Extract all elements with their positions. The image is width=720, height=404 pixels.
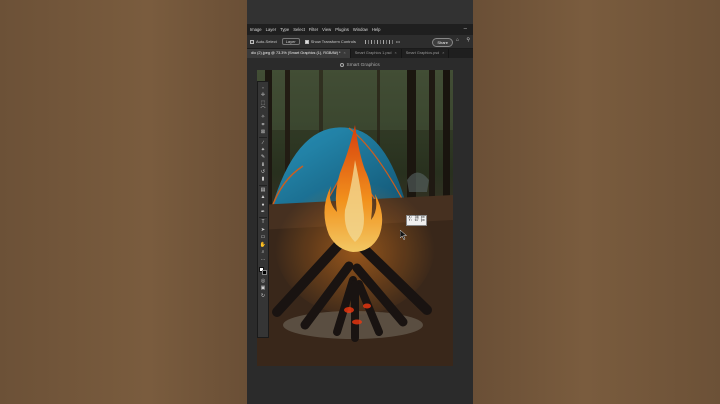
pen-tool-icon[interactable]: ✒ xyxy=(260,209,267,216)
document-tab-label: Smart Graphics 1.psd xyxy=(354,51,392,55)
transform-hud: X: 36 px Y: 67 px xyxy=(406,215,428,226)
crop-tool-icon[interactable]: ⌗ xyxy=(260,122,267,129)
document-tabs: dio (2).jpeg @ 73.3% (Smart Graphics (1)… xyxy=(247,49,473,58)
screen-mode-icon[interactable]: ▣ xyxy=(260,285,267,292)
menu-item-filter[interactable]: Filter xyxy=(309,27,318,32)
menu-item-help[interactable]: Help xyxy=(372,27,381,32)
dodge-tool-icon[interactable]: ● xyxy=(260,201,267,208)
background-right-panel xyxy=(473,0,720,404)
toolbar-divider xyxy=(259,137,267,139)
type-tool-icon[interactable]: T xyxy=(260,219,267,226)
edit-toolbar-icon[interactable]: ↻ xyxy=(260,292,267,299)
top-blank-strip xyxy=(247,0,473,24)
align-left-icon[interactable] xyxy=(364,39,369,44)
document-tab[interactable]: Smart Graphics 1.psd × xyxy=(351,49,402,58)
align-middle-icon[interactable] xyxy=(388,39,393,44)
home-icon[interactable]: ⌂ xyxy=(456,37,459,43)
healing-brush-tool-icon[interactable]: ✦ xyxy=(260,147,267,154)
show-transform-label: Show Transform Controls xyxy=(310,39,356,44)
show-transform-option[interactable]: Show Transform Controls xyxy=(304,39,356,44)
zoom-tool-icon[interactable]: ⌕ xyxy=(260,249,267,256)
close-tab-icon[interactable]: × xyxy=(394,51,396,55)
tools-panel: » ✛ ⬚ ⌒ ✧ ⌗ ⊠ ∕ ✦ ✎ ⬇ ↺ ▮ ▤ ▲ ● ✒ T ➤ ▭ ✋ ⌕… ◎ ▣ ↻ xyxy=(257,81,269,338)
menu-item-plugins[interactable]: Plugins xyxy=(335,27,349,32)
canvas-title: Smart Graphics xyxy=(247,62,473,69)
document-tab-label: dio (2).jpeg @ 73.3% (Smart Graphics (1)… xyxy=(251,51,341,55)
photoshop-window: Image Layer Type Select Filter View Plugins Win… xyxy=(247,0,473,404)
eyedropper-tool-icon[interactable]: ∕ xyxy=(260,139,267,146)
eraser-tool-icon[interactable]: ▮ xyxy=(260,176,267,183)
align-top-icon[interactable] xyxy=(382,39,387,44)
canvas-title-text: Smart Graphics xyxy=(346,63,380,68)
toolbar-collapse-icon[interactable]: » xyxy=(262,85,264,91)
more-tools-icon[interactable]: … xyxy=(260,256,267,263)
show-transform-checkbox[interactable] xyxy=(304,39,309,44)
minimize-icon[interactable]: – xyxy=(464,24,467,35)
menu-item-layer[interactable]: Layer xyxy=(266,27,276,32)
auto-select-label: Auto-Select xyxy=(256,39,277,44)
menu-item-image[interactable]: Image xyxy=(250,27,262,32)
gradient-tool-icon[interactable]: ▤ xyxy=(260,187,267,194)
auto-select-option[interactable]: Auto-Select xyxy=(250,39,277,44)
align-buttons xyxy=(364,39,393,44)
rectangle-tool-icon[interactable]: ▭ xyxy=(260,234,267,241)
document-tab-label: Smart Graphics.psd xyxy=(405,51,440,55)
search-icon[interactable]: ⚲ xyxy=(466,37,470,43)
frame-tool-icon[interactable]: ⊠ xyxy=(260,129,267,136)
history-brush-tool-icon[interactable]: ↺ xyxy=(260,169,267,176)
share-button[interactable]: Share xyxy=(432,38,453,47)
hand-tool-icon[interactable]: ✋ xyxy=(260,241,267,248)
menu-item-select[interactable]: Select xyxy=(293,27,305,32)
layer-dropdown[interactable]: Layer xyxy=(281,38,300,45)
smart-object-icon xyxy=(340,62,345,67)
menu-item-view[interactable]: View xyxy=(322,27,331,32)
align-right-icon[interactable] xyxy=(376,39,381,44)
color-swatches[interactable] xyxy=(258,266,268,276)
mouse-cursor-icon xyxy=(400,230,408,240)
background-left-panel xyxy=(0,0,247,404)
hud-y-readout: Y: 67 px xyxy=(408,219,425,224)
quick-mask-icon[interactable]: ◎ xyxy=(260,278,267,285)
move-tool-icon[interactable]: ✛ xyxy=(260,92,267,99)
marquee-tool-icon[interactable]: ⬚ xyxy=(260,99,267,106)
brush-tool-icon[interactable]: ✎ xyxy=(260,154,267,161)
menu-item-window[interactable]: Window xyxy=(353,27,368,32)
more-options-button[interactable]: ••• xyxy=(396,39,400,44)
lasso-tool-icon[interactable]: ⌒ xyxy=(260,107,267,114)
toolbar-divider xyxy=(259,184,267,186)
align-center-icon[interactable] xyxy=(370,39,375,44)
close-tab-icon[interactable]: × xyxy=(442,51,444,55)
magic-wand-tool-icon[interactable]: ✧ xyxy=(260,114,267,121)
toolbar-divider xyxy=(259,217,267,219)
auto-select-checkbox[interactable] xyxy=(250,39,254,44)
close-tab-icon[interactable]: × xyxy=(344,51,346,55)
document-tab[interactable]: dio (2).jpeg @ 73.3% (Smart Graphics (1)… xyxy=(247,49,351,58)
clone-stamp-tool-icon[interactable]: ⬇ xyxy=(260,162,267,169)
menu-item-type[interactable]: Type xyxy=(280,27,289,32)
path-selection-tool-icon[interactable]: ➤ xyxy=(260,227,267,234)
menu-bar: Image Layer Type Select Filter View Plugins Win… xyxy=(247,24,473,35)
background-color-swatch[interactable] xyxy=(261,269,267,275)
document-tab[interactable]: Smart Graphics.psd × xyxy=(402,49,450,58)
blur-tool-icon[interactable]: ▲ xyxy=(260,194,267,201)
